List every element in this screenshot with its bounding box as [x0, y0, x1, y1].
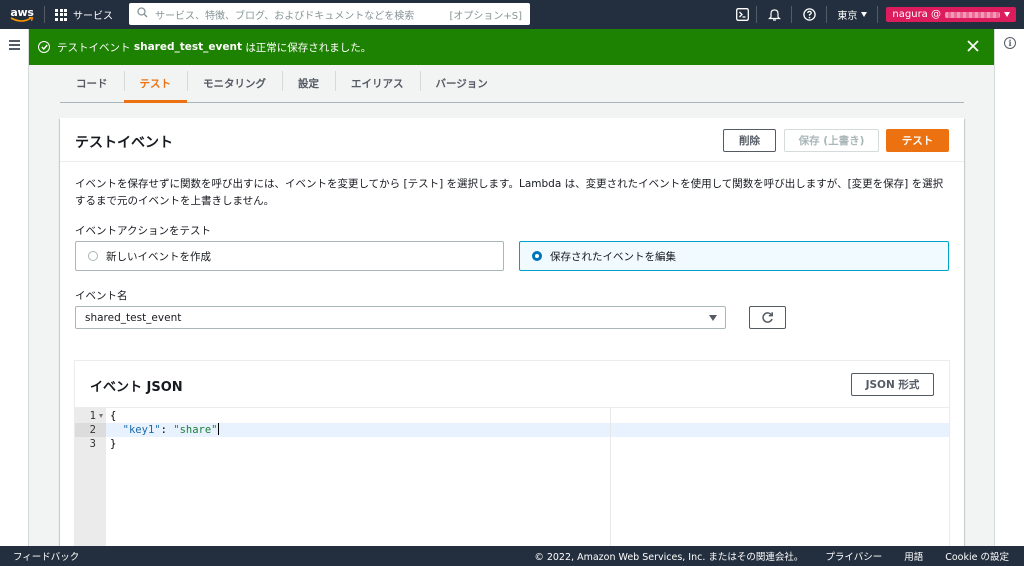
- help-icon: [803, 8, 816, 21]
- radio-create-new-event[interactable]: 新しいイベントを作成: [75, 241, 504, 271]
- tab-label: テスト: [139, 78, 172, 90]
- json-separator: :: [160, 424, 174, 436]
- services-label: サービス: [73, 11, 113, 22]
- fold-toggle-icon[interactable]: [99, 414, 103, 418]
- json-panel-header: イベント JSON JSON 形式: [75, 361, 949, 408]
- json-code-editor[interactable]: 1 2 3 { "key1": "share" }: [75, 408, 949, 546]
- flash-prefix: テストイベント: [57, 41, 131, 54]
- cloudshell-button[interactable]: [728, 0, 756, 29]
- terms-link[interactable]: 用語: [904, 549, 923, 563]
- help-button[interactable]: [792, 0, 826, 29]
- region-label: 東京: [837, 11, 858, 22]
- bell-icon: [767, 9, 781, 21]
- check-circle-icon: [38, 41, 50, 53]
- flash-suffix: は正常に保存されました。: [245, 41, 372, 54]
- delete-button[interactable]: 削除: [723, 129, 776, 152]
- caret-down-icon: [1004, 12, 1010, 17]
- services-menu-button[interactable]: サービス: [45, 0, 123, 29]
- tab-versions[interactable]: バージョン: [419, 65, 504, 102]
- footer-right-group: © 2022, Amazon Web Services, Inc. またはその関…: [534, 546, 1009, 566]
- services-grid-icon: [55, 8, 67, 21]
- radio-edit-saved-event[interactable]: 保存されたイベントを編集: [519, 241, 949, 271]
- refresh-icon: [762, 312, 773, 323]
- select-value: shared_test_event: [85, 311, 182, 324]
- nav-right-group: 東京 nagura @: [728, 0, 1024, 29]
- line-number: 2: [89, 424, 96, 436]
- function-tabs: コード テスト モニタリング 設定 エイリアス バージョン: [60, 65, 964, 103]
- tab-aliases[interactable]: エイリアス: [335, 65, 420, 102]
- caret-down-icon: [861, 12, 868, 17]
- tab-configuration[interactable]: 設定: [282, 65, 335, 102]
- search-icon: [137, 7, 155, 21]
- format-json-button[interactable]: JSON 形式: [851, 373, 934, 396]
- privacy-link[interactable]: プライバシー: [825, 549, 882, 563]
- info-icon[interactable]: i: [1004, 37, 1016, 49]
- test-button[interactable]: テスト: [886, 129, 949, 152]
- caret-down-icon: [709, 315, 717, 321]
- success-flash-banner: テストイベント shared_test_event は正常に保存されました。: [29, 29, 994, 65]
- cloudshell-icon: [735, 8, 749, 21]
- event-json-panel: イベント JSON JSON 形式 1 2 3 { "key1": "share…: [75, 361, 949, 546]
- menu-icon[interactable]: [9, 40, 20, 53]
- tab-label: エイリアス: [351, 78, 404, 90]
- left-navigation-rail: [0, 29, 29, 546]
- editor-active-line: [106, 423, 949, 437]
- test-event-panel: テストイベント 削除 保存 (上書き) テスト イベントを保存せずに関数を呼び出…: [60, 118, 964, 546]
- feedback-link[interactable]: フィードバック: [13, 549, 79, 563]
- search-input[interactable]: サービス、特徴、ブログ、およびドキュメントなどを検索 [オプション+S]: [129, 3, 530, 25]
- text-cursor: [217, 423, 219, 435]
- tab-label: モニタリング: [203, 78, 266, 90]
- tab-monitoring[interactable]: モニタリング: [187, 65, 282, 102]
- event-action-label: イベントアクションをテスト: [75, 225, 211, 237]
- aws-logo[interactable]: aws: [0, 0, 44, 29]
- line-number: 3: [89, 438, 96, 450]
- event-name-label: イベント名: [75, 290, 128, 302]
- panel-title: テストイベント: [75, 135, 173, 151]
- line-number: 1: [75, 409, 106, 423]
- tab-label: コード: [76, 78, 108, 90]
- flash-event-name: shared_test_event: [133, 41, 242, 53]
- code-line: }: [110, 438, 117, 450]
- code-line: {: [110, 410, 117, 422]
- panel-header: テストイベント 削除 保存 (上書き) テスト: [60, 118, 964, 162]
- save-overwrite-button[interactable]: 保存 (上書き): [784, 129, 879, 152]
- search-placeholder: サービス、特徴、ブログ、およびドキュメントなどを検索: [155, 10, 415, 22]
- notifications-button[interactable]: [757, 0, 791, 29]
- json-value: "share": [173, 424, 218, 436]
- tab-label: バージョン: [435, 78, 488, 90]
- radio-label: 新しいイベントを作成: [106, 250, 211, 263]
- right-help-rail: i: [994, 29, 1024, 546]
- close-icon[interactable]: [966, 39, 980, 53]
- radio-button-selected: [532, 251, 542, 261]
- search-shortcut-hint: [オプション+S]: [449, 10, 522, 22]
- account-menu[interactable]: nagura @: [886, 7, 1016, 22]
- tab-code[interactable]: コード: [60, 65, 124, 102]
- top-navigation-bar: aws サービス サービス、特徴、ブログ、およびドキュメントなどを検索 [オプシ…: [0, 0, 1024, 29]
- region-selector[interactable]: 東京: [827, 0, 877, 29]
- refresh-button[interactable]: [749, 306, 786, 329]
- panel-description: イベントを保存せずに関数を呼び出すには、イベントを変更してから [テスト] を選…: [75, 178, 944, 207]
- account-label: nagura @: [892, 9, 941, 20]
- json-panel-title: イベント JSON: [90, 380, 183, 395]
- code-line: "key1": "share": [110, 423, 219, 437]
- console-footer: フィードバック © 2022, Amazon Web Services, Inc…: [0, 546, 1024, 566]
- aws-smile-icon: [10, 16, 34, 22]
- radio-button: [88, 251, 98, 261]
- cookie-settings-link[interactable]: Cookie の設定: [945, 549, 1009, 563]
- tab-test[interactable]: テスト: [123, 65, 188, 103]
- copyright-text: © 2022, Amazon Web Services, Inc. またはその関…: [534, 552, 804, 563]
- event-name-select[interactable]: shared_test_event: [75, 306, 726, 329]
- nav-divider: [877, 6, 879, 23]
- redacted-account-id: [945, 11, 1000, 18]
- tab-label: 設定: [298, 78, 319, 90]
- radio-label: 保存されたイベントを編集: [550, 250, 676, 263]
- editor-print-margin: [610, 408, 611, 546]
- json-key: "key1": [122, 424, 161, 436]
